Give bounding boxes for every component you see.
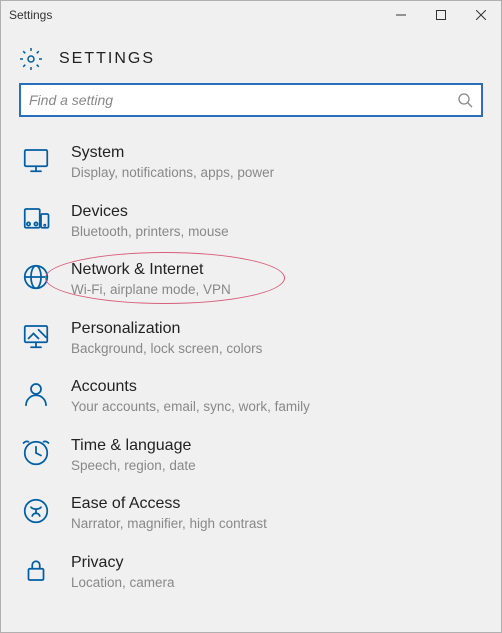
content-area: SETTINGS SystemDisplay, notifications, a… bbox=[1, 29, 501, 632]
category-network[interactable]: Network & InternetWi-Fi, airplane mode, … bbox=[9, 250, 493, 309]
category-text: SystemDisplay, notifications, apps, powe… bbox=[71, 143, 274, 182]
settings-categories: SystemDisplay, notifications, apps, powe… bbox=[1, 127, 501, 601]
category-text: PrivacyLocation, camera bbox=[71, 553, 175, 592]
personalization-icon bbox=[21, 321, 51, 351]
header: SETTINGS bbox=[1, 29, 501, 83]
search-icon bbox=[457, 92, 473, 108]
category-subtitle: Wi-Fi, airplane mode, VPN bbox=[71, 281, 231, 299]
gear-icon bbox=[19, 47, 43, 71]
category-title: Accounts bbox=[71, 377, 310, 397]
search-container bbox=[1, 83, 501, 127]
category-subtitle: Narrator, magnifier, high contrast bbox=[71, 515, 267, 533]
category-ease[interactable]: Ease of AccessNarrator, magnifier, high … bbox=[9, 484, 493, 543]
page-title: SETTINGS bbox=[59, 50, 155, 68]
category-subtitle: Your accounts, email, sync, work, family bbox=[71, 398, 310, 416]
ease-icon bbox=[21, 496, 51, 526]
minimize-button[interactable] bbox=[381, 1, 421, 29]
category-accounts[interactable]: AccountsYour accounts, email, sync, work… bbox=[9, 367, 493, 426]
category-text: AccountsYour accounts, email, sync, work… bbox=[71, 377, 310, 416]
accounts-icon bbox=[21, 379, 51, 409]
titlebar: Settings bbox=[1, 1, 501, 29]
category-system[interactable]: SystemDisplay, notifications, apps, powe… bbox=[9, 133, 493, 192]
category-text: DevicesBluetooth, printers, mouse bbox=[71, 202, 229, 241]
category-text: PersonalizationBackground, lock screen, … bbox=[71, 319, 262, 358]
category-personalization[interactable]: PersonalizationBackground, lock screen, … bbox=[9, 309, 493, 368]
category-text: Network & InternetWi-Fi, airplane mode, … bbox=[71, 260, 231, 299]
privacy-icon bbox=[21, 555, 51, 585]
category-privacy[interactable]: PrivacyLocation, camera bbox=[9, 543, 493, 602]
category-title: Devices bbox=[71, 202, 229, 222]
window-title: Settings bbox=[9, 8, 381, 22]
category-title: Time & language bbox=[71, 436, 196, 456]
system-icon bbox=[21, 145, 51, 175]
category-title: Personalization bbox=[71, 319, 262, 339]
category-devices[interactable]: DevicesBluetooth, printers, mouse bbox=[9, 192, 493, 251]
maximize-button[interactable] bbox=[421, 1, 461, 29]
category-text: Time & languageSpeech, region, date bbox=[71, 436, 196, 475]
time-icon bbox=[21, 438, 51, 468]
category-title: Network & Internet bbox=[71, 260, 231, 280]
category-subtitle: Speech, region, date bbox=[71, 457, 196, 475]
search-input[interactable] bbox=[21, 85, 481, 115]
category-subtitle: Location, camera bbox=[71, 574, 175, 592]
category-title: Ease of Access bbox=[71, 494, 267, 514]
devices-icon bbox=[21, 204, 51, 234]
category-title: Privacy bbox=[71, 553, 175, 573]
category-subtitle: Background, lock screen, colors bbox=[71, 340, 262, 358]
category-time[interactable]: Time & languageSpeech, region, date bbox=[9, 426, 493, 485]
close-button[interactable] bbox=[461, 1, 501, 29]
category-text: Ease of AccessNarrator, magnifier, high … bbox=[71, 494, 267, 533]
category-subtitle: Display, notifications, apps, power bbox=[71, 164, 274, 182]
category-subtitle: Bluetooth, printers, mouse bbox=[71, 223, 229, 241]
search-box[interactable] bbox=[19, 83, 483, 117]
category-title: System bbox=[71, 143, 274, 163]
network-icon bbox=[21, 262, 51, 292]
